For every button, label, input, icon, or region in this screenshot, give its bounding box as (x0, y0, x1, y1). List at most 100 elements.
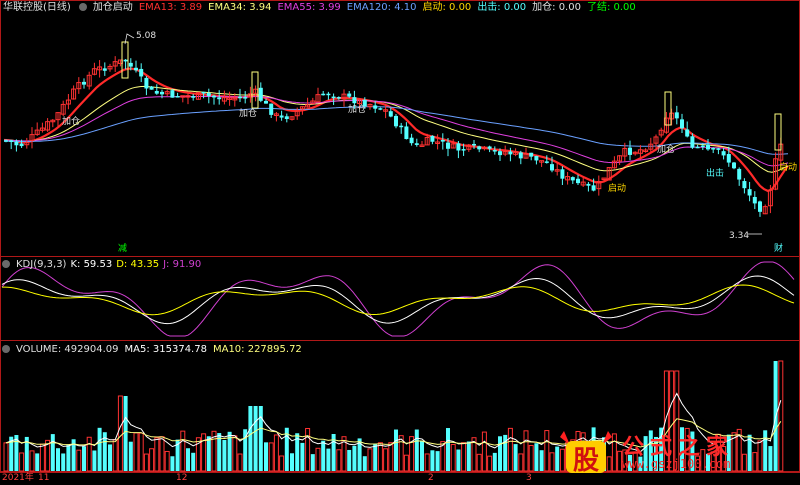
candle-body (570, 177, 575, 181)
jiacang-marker-4: 加仓 (657, 143, 675, 155)
volume-bar (232, 435, 238, 472)
candle-body (674, 112, 679, 119)
candle-body (175, 96, 180, 98)
time-axis-year: 2021年 (2, 473, 34, 483)
kdj-panel-header: KDJ(9,3,3) K: 59.53 D: 43.35 J: 91.90 (0, 258, 207, 272)
candle-body (726, 154, 731, 163)
volume-ma5: MA5: 315374.78 (124, 344, 207, 355)
high-price-label: 5.08 (136, 31, 156, 41)
volume-bar (549, 452, 555, 472)
candle-body (742, 181, 747, 189)
candle-body (123, 59, 128, 62)
watermark-logo: 股 (556, 431, 616, 476)
volume-bar (420, 441, 424, 471)
volume-bar (50, 434, 55, 471)
watermark: 股 公式之家 www.gszj100.com (556, 427, 796, 477)
volume-bar (128, 441, 133, 471)
kdj-d-line (2, 284, 795, 316)
volume-settings-dot-icon[interactable] (2, 345, 10, 353)
kdj-name[interactable]: KDJ(9,3,3) (16, 259, 66, 270)
candle-body (217, 97, 222, 100)
candle-body (550, 164, 554, 171)
volume-name[interactable]: VOLUME: 492904.09 (16, 344, 119, 355)
volume-bar (186, 448, 190, 471)
volume-bar (97, 427, 102, 471)
candle-body (212, 95, 216, 98)
candle-body (201, 91, 206, 94)
volume-bar (352, 445, 357, 471)
candle-body (747, 189, 752, 196)
jiacang-marker-2: 加仓 (239, 107, 257, 119)
candle-body (149, 86, 154, 90)
ema34-line (3, 85, 789, 173)
volume-bar (149, 448, 155, 472)
volume-bar (435, 451, 440, 471)
volume-bar (82, 446, 86, 471)
candle-body (139, 68, 144, 77)
volume-bar (39, 443, 45, 472)
volume-bar (112, 439, 118, 472)
volume-bar (117, 395, 123, 472)
candle-body (737, 168, 742, 180)
candle-body (721, 151, 726, 156)
candle-body (586, 183, 591, 186)
candle-body (394, 115, 398, 127)
volume-bar (253, 406, 258, 471)
volume-bar (450, 443, 456, 472)
candle-body (191, 96, 196, 98)
candle-body (321, 93, 326, 96)
kdj-d-value: D: 43.35 (116, 259, 160, 270)
volume-bar (191, 452, 196, 471)
volume-bar (154, 437, 160, 472)
candle-body (102, 68, 107, 71)
jian-marker: 减 (118, 242, 127, 254)
volume-bar (326, 448, 331, 471)
volume-bar (268, 442, 274, 472)
chart-canvas[interactable]: 5.08 3.34 加仓 加仓 加仓 加仓 启动 启动 出击 减 财 (0, 0, 800, 485)
kdj-k-line (1, 275, 795, 325)
volume-bar (377, 442, 383, 472)
volume-bar (61, 453, 66, 471)
volume-bar (507, 427, 513, 472)
volume-bar (305, 427, 311, 472)
watermark-url: www.gszj100.com (622, 457, 731, 471)
candle-body (399, 125, 404, 128)
candle-body (170, 90, 175, 98)
volume-bar (347, 449, 352, 471)
candle-body (128, 62, 133, 67)
volume-bar (414, 429, 419, 471)
candle-body (19, 143, 24, 147)
candle-body (487, 146, 492, 149)
candle-body (534, 155, 539, 161)
volume-bar (3, 442, 9, 472)
candle-body (477, 146, 482, 150)
volume-bar (138, 432, 144, 472)
candle-body (472, 143, 476, 146)
volume-bar (321, 440, 326, 471)
volume-bar (310, 454, 315, 471)
candle-body (706, 144, 710, 150)
candle-body (492, 150, 497, 152)
volume-bar (92, 450, 97, 471)
candle-body (498, 151, 502, 156)
candle-body (352, 97, 357, 104)
volume-bar (29, 450, 35, 472)
candle-body (628, 147, 632, 155)
candle-body (264, 100, 268, 104)
qidong-marker-1: 启动 (608, 182, 626, 194)
candle-body (732, 162, 736, 169)
volume-bar (446, 428, 450, 471)
volume-bar (133, 432, 139, 472)
candle-body (685, 129, 690, 137)
candle-body (508, 151, 513, 155)
volume-bar (336, 449, 342, 472)
volume-bar (523, 430, 529, 472)
candle-body (711, 148, 716, 150)
volume-bar (498, 436, 502, 471)
cai-marker: 财 (774, 242, 783, 254)
time-axis-month-11: 11 (38, 473, 50, 483)
volume-bar (56, 448, 60, 471)
candle-body (518, 152, 523, 159)
kdj-settings-dot-icon[interactable] (2, 260, 10, 268)
candle-body (134, 67, 138, 71)
